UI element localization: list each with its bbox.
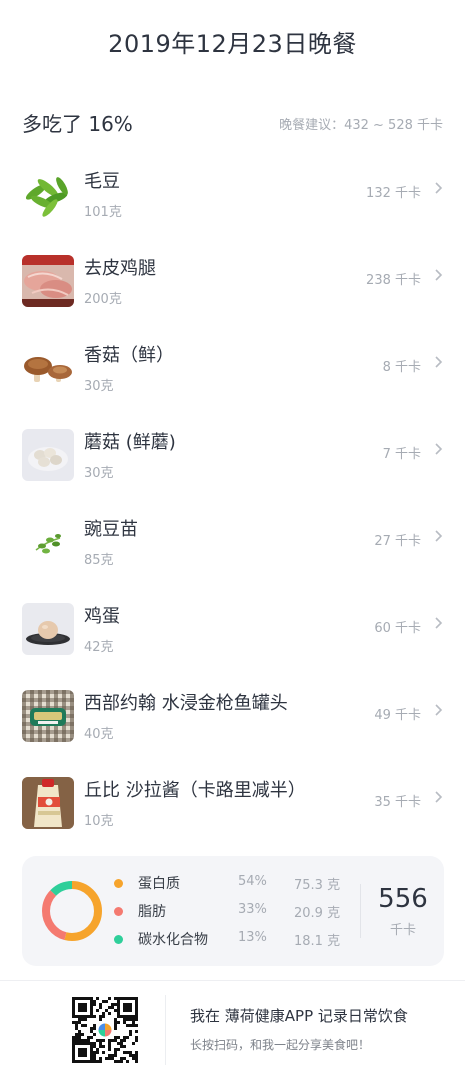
meal-suggestion: 晚餐建议：432 ~ 528 千卡: [279, 118, 443, 133]
egg-photo: [22, 603, 74, 655]
nutrient-grams: 18.1 克: [294, 934, 341, 949]
food-calories: 35 千卡: [374, 795, 421, 810]
food-calories: 8 千卡: [382, 360, 421, 375]
nutrient-row-protein: 蛋白质 54% 75.3 克: [114, 873, 364, 893]
chevron-right-icon: [435, 269, 443, 281]
food-item-chicken-leg[interactable]: 去皮鸡腿 200克 238 千卡: [0, 237, 465, 324]
food-calories: 7 千卡: [382, 447, 421, 462]
nutrient-name: 碳水化合物: [138, 932, 208, 948]
chevron-right-icon: [435, 443, 443, 455]
share-hint: 长按扫码，和我一起分享美食吧！: [190, 1038, 371, 1052]
food-weight: 30克: [84, 379, 114, 394]
food-item-pea-sprouts[interactable]: 豌豆苗 85克 27 千卡: [0, 498, 465, 585]
food-weight: 42克: [84, 640, 114, 655]
chevron-right-icon: [435, 530, 443, 542]
overeat-percentage: 多吃了 16%: [22, 112, 133, 136]
chevron-right-icon: [435, 182, 443, 194]
shiitake-photo: [22, 342, 74, 394]
food-name: 鸡蛋: [84, 606, 120, 627]
salad-dressing-photo: [22, 777, 74, 829]
nutrition-summary-card: 蛋白质 54% 75.3 克 脂肪 33% 20.9 克 碳水化合物 13% 1…: [22, 856, 444, 966]
food-list: 毛豆 101克 132 千卡 去皮鸡腿 200克 238 千卡 香菇（鲜） 30…: [0, 150, 465, 846]
food-item-tuna-can[interactable]: 西部约翰 水浸金枪鱼罐头 40克 49 千卡: [0, 672, 465, 759]
chicken-leg-photo: [22, 255, 74, 307]
food-weight: 85克: [84, 553, 114, 568]
food-calories: 49 千卡: [374, 708, 421, 723]
nutrient-name: 蛋白质: [138, 876, 180, 892]
nutrient-row-carbs: 碳水化合物 13% 18.1 克: [114, 929, 364, 949]
nutrient-name: 脂肪: [138, 904, 166, 920]
food-calories: 60 千卡: [374, 621, 421, 636]
food-weight: 40克: [84, 727, 114, 742]
divider: [165, 995, 166, 1065]
food-name: 去皮鸡腿: [84, 258, 156, 279]
nutrient-grams: 20.9 克: [294, 906, 341, 921]
share-slogan: 我在 薄荷健康APP 记录日常饮食: [190, 1007, 408, 1025]
chevron-right-icon: [435, 356, 443, 368]
food-weight: 101克: [84, 205, 122, 220]
food-weight: 30克: [84, 466, 114, 481]
nutrient-percentage: 33%: [238, 902, 267, 917]
pea-sprouts-photo: [22, 516, 74, 568]
mushroom-photo: [22, 429, 74, 481]
food-calories: 238 千卡: [366, 273, 421, 288]
food-item-shiitake[interactable]: 香菇（鲜） 30克 8 千卡: [0, 324, 465, 411]
meal-summary: 多吃了 16% 晚餐建议：432 ~ 528 千卡: [22, 108, 443, 138]
page-title: 2019年12月23日晚餐: [108, 30, 357, 58]
food-calories: 132 千卡: [366, 186, 421, 201]
tuna-can-photo: [22, 690, 74, 742]
food-item-egg[interactable]: 鸡蛋 42克 60 千卡: [0, 585, 465, 672]
food-item-edamame[interactable]: 毛豆 101克 132 千卡: [0, 150, 465, 237]
food-item-salad-dressing[interactable]: 丘比 沙拉酱（卡路里减半） 10克 35 千卡: [0, 759, 465, 846]
nutrient-row-fat: 脂肪 33% 20.9 克: [114, 901, 364, 921]
food-name: 毛豆: [84, 171, 120, 192]
nutrient-percentage: 54%: [238, 874, 267, 889]
food-name: 蘑菇 (鲜蘑): [84, 432, 176, 453]
nutrient-percentage: 13%: [238, 930, 267, 945]
food-name: 西部约翰 水浸金枪鱼罐头: [84, 693, 288, 714]
chevron-right-icon: [435, 617, 443, 629]
food-weight: 10克: [84, 814, 114, 829]
macro-donut-chart: [42, 881, 102, 941]
food-item-mushroom[interactable]: 蘑菇 (鲜蘑) 30克 7 千卡: [0, 411, 465, 498]
protein-color-dot: [114, 879, 123, 888]
chevron-right-icon: [435, 704, 443, 716]
fat-color-dot: [114, 907, 123, 916]
qr-code-icon[interactable]: [72, 997, 138, 1063]
carbs-color-dot: [114, 935, 123, 944]
nutrient-grams: 75.3 克: [294, 878, 341, 893]
food-name: 丘比 沙拉酱（卡路里减半）: [84, 780, 306, 801]
divider: [360, 884, 361, 938]
food-name: 豌豆苗: [84, 519, 138, 540]
total-calories-unit: 千卡: [389, 923, 416, 938]
chevron-right-icon: [435, 791, 443, 803]
food-weight: 200克: [84, 292, 122, 307]
food-name: 香菇（鲜）: [84, 345, 174, 366]
food-calories: 27 千卡: [374, 534, 421, 549]
total-calories: 556: [378, 884, 428, 914]
share-footer: 我在 薄荷健康APP 记录日常饮食 长按扫码，和我一起分享美食吧！: [0, 980, 465, 1080]
edamame-photo: [22, 168, 74, 220]
